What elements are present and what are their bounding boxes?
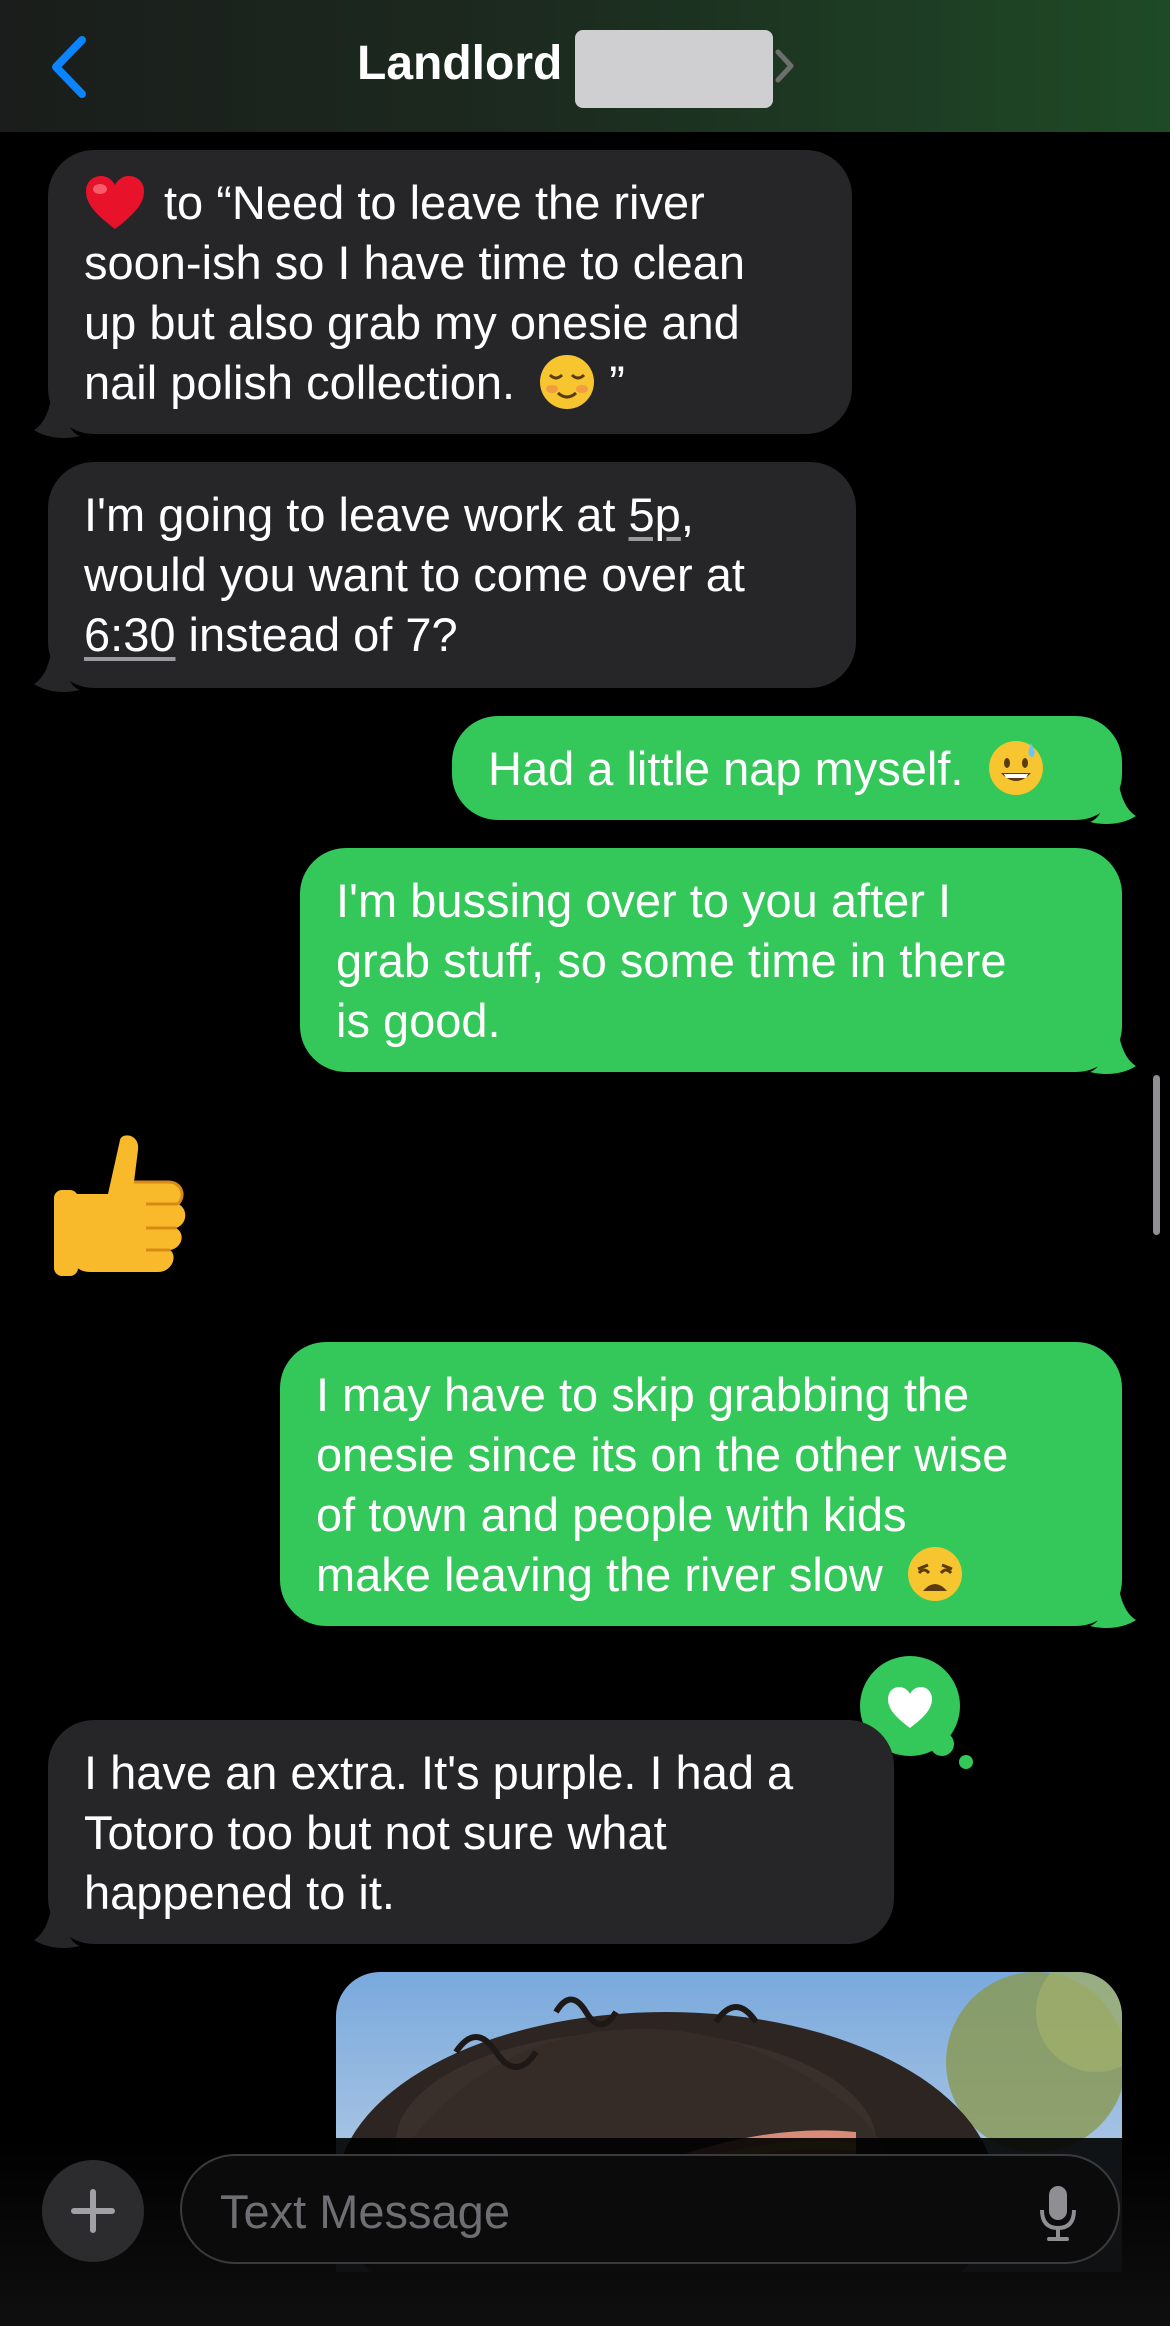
message-text: make leaving the river slow (316, 1548, 883, 1601)
message-line: onesie since its on the other wise (316, 1428, 1009, 1481)
message-bubble-outgoing[interactable]: I'm bussing over to you after I grab stu… (300, 848, 1122, 1072)
relieved-face-emoji (540, 355, 595, 409)
conversation-header: Landlord (0, 0, 1170, 132)
grinning-face-with-sweat-emoji (988, 741, 1043, 795)
redacted-name-block (575, 30, 773, 108)
message-text: instead of 7? (188, 608, 458, 661)
chevron-left-icon[interactable] (42, 32, 98, 102)
contact-name[interactable]: Landlord (357, 36, 562, 91)
message-bubble-incoming[interactable]: to “Need to leave the river soon-ish so … (48, 150, 852, 434)
message-line: make leaving the river slow (316, 1545, 1086, 1605)
message-bubble-incoming[interactable]: I'm going to leave work at 5p, would you… (48, 462, 856, 688)
message-line: grab stuff, so some time in there (336, 934, 1007, 987)
message-bubble-outgoing[interactable]: Had a little nap myself. (452, 716, 1122, 820)
message-line: I may have to skip grabbing the (316, 1368, 970, 1421)
plus-icon (71, 2189, 115, 2233)
message-text: I'm going to leave work at (84, 488, 616, 541)
microphone-icon[interactable] (1038, 2184, 1078, 2242)
message-line: I'm going to leave work at 5p, (84, 485, 820, 545)
message-line: nail polish collection. ” (84, 353, 816, 413)
message-line: is good. (336, 994, 501, 1047)
message-line: up but also grab my onesie and (84, 296, 740, 349)
chevron-right-icon[interactable] (773, 44, 797, 88)
heart-emoji (86, 176, 144, 229)
message-line: 6:30 instead of 7? (84, 605, 820, 665)
message-text: , (680, 488, 694, 541)
message-line: soon-ish so I have time to clean (84, 236, 745, 289)
message-bubble-incoming[interactable]: I have an extra. It's purple. I had a To… (48, 1720, 894, 1944)
message-text: nail polish collection. (84, 356, 516, 409)
thumbs-up-emoji[interactable] (50, 1132, 195, 1280)
message-text: ” (609, 356, 625, 409)
message-line: happened to it. (84, 1866, 395, 1919)
message-line: of town and people with kids (316, 1488, 907, 1541)
message-line: I'm bussing over to you after I (336, 874, 952, 927)
detected-time-link[interactable]: 6:30 (84, 608, 175, 661)
add-attachment-button[interactable] (42, 2160, 144, 2262)
message-line: I have an extra. It's purple. I had a (84, 1746, 794, 1799)
message-text-field[interactable] (180, 2154, 1120, 2264)
scroll-indicator[interactable] (1153, 1075, 1160, 1235)
message-text: to “Need to leave the river (164, 176, 705, 229)
weary-face-emoji (907, 1547, 962, 1601)
message-line: Totoro too but not sure what (84, 1806, 667, 1859)
message-text: Had a little nap myself. (488, 742, 964, 795)
message-line: would you want to come over at (84, 548, 745, 601)
message-input[interactable] (218, 2178, 1022, 2244)
detected-time-link[interactable]: 5p (629, 488, 681, 541)
message-line: to “Need to leave the river (84, 173, 816, 233)
message-bubble-outgoing[interactable]: I may have to skip grabbing the onesie s… (280, 1342, 1122, 1626)
message-line: Had a little nap myself. (488, 739, 1086, 799)
